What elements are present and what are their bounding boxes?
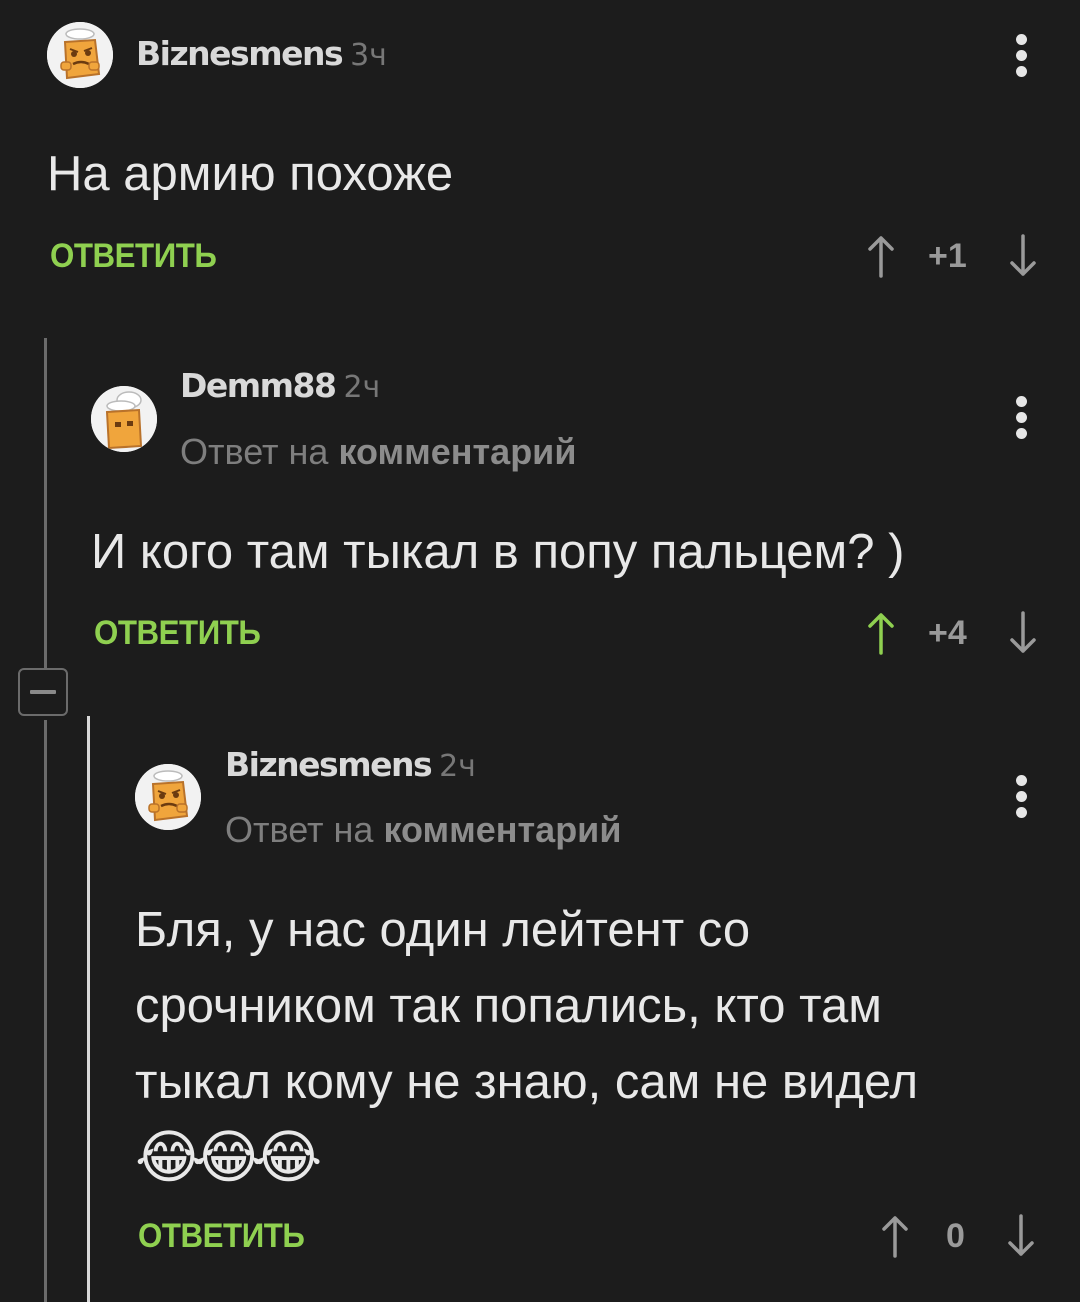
comment-author[interactable]: Biznesmens 2ч	[225, 745, 476, 787]
comments-page: Biznesmens 3ч На армию похоже ОТВЕТИТЬ +1…	[0, 0, 1080, 1302]
user-avatar-image	[47, 22, 113, 88]
arrow-down-icon[interactable]	[1008, 234, 1038, 278]
reply-to-link[interactable]: комментарий	[383, 809, 621, 850]
reply-button[interactable]: ОТВЕТИТЬ	[50, 236, 217, 276]
more-vertical-icon	[1016, 775, 1027, 786]
comment-time: 2ч	[439, 749, 476, 784]
vote-score: +1	[928, 237, 967, 275]
avatar[interactable]	[47, 22, 113, 88]
more-vertical-icon	[1016, 396, 1027, 407]
comment-author[interactable]: Demm88 2ч	[180, 366, 380, 408]
comment-text-line: срочником так попались, кто там	[135, 979, 882, 1033]
author-name[interactable]: Demm88	[180, 366, 337, 405]
arrow-down-icon[interactable]	[1008, 611, 1038, 655]
thread-line-level-1[interactable]	[44, 338, 47, 668]
comment-time: 2ч	[343, 370, 381, 405]
comment-author[interactable]: Biznesmens 3ч	[136, 34, 387, 76]
collapse-thread-button[interactable]	[18, 668, 68, 716]
reply-to-link[interactable]: комментарий	[338, 431, 576, 472]
comment-text: И кого там тыкал в попу пальцем? )	[91, 525, 905, 579]
reply-to-line: Ответ на комментарий	[225, 808, 621, 852]
reply-button[interactable]: ОТВЕТИТЬ	[94, 613, 261, 653]
vote-controls: +1	[860, 234, 1050, 278]
more-options-button[interactable]	[1016, 775, 1028, 823]
reply-to-line: Ответ на комментарий	[180, 430, 576, 474]
arrow-up-icon[interactable]	[866, 611, 896, 655]
avatar[interactable]	[91, 386, 157, 452]
more-options-button[interactable]	[1016, 396, 1028, 444]
more-options-button[interactable]	[1016, 34, 1028, 82]
user-avatar-image	[135, 764, 201, 830]
comment-time: 3ч	[350, 38, 387, 73]
reply-button[interactable]: ОТВЕТИТЬ	[138, 1216, 305, 1256]
comment-text: На армию похоже	[47, 147, 454, 201]
vote-score: 0	[946, 1217, 965, 1255]
thread-line-level-1-lower[interactable]	[44, 720, 47, 1302]
thread-line-level-2[interactable]	[87, 716, 90, 1302]
author-name[interactable]: Biznesmens	[136, 34, 344, 73]
comment-text: Бля, у нас один лейтент со срочником так…	[135, 892, 918, 1196]
vote-controls: 0	[860, 1214, 1050, 1258]
more-vertical-icon	[1016, 34, 1027, 45]
vote-controls: +4	[860, 611, 1050, 655]
arrow-up-icon[interactable]	[880, 1214, 910, 1258]
arrow-down-icon[interactable]	[1006, 1214, 1036, 1258]
user-avatar-image	[91, 386, 157, 452]
laughing-emoji: 😂😂😂	[135, 1125, 322, 1190]
avatar[interactable]	[135, 764, 201, 830]
comment-text-line: тыкал кому не знаю, сам не видел	[135, 1055, 919, 1109]
author-name[interactable]: Biznesmens	[225, 745, 433, 784]
arrow-up-icon[interactable]	[866, 234, 896, 278]
comment-text-line: Бля, у нас один лейтент со	[135, 903, 751, 957]
reply-to-prefix: Ответ на	[225, 809, 374, 850]
minus-collapse-icon	[30, 690, 56, 694]
reply-to-prefix: Ответ на	[180, 431, 329, 472]
vote-score: +4	[928, 614, 967, 652]
